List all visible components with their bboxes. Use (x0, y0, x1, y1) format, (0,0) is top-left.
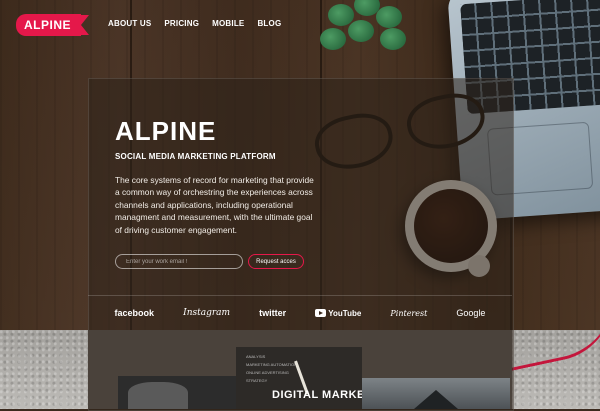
nav-pricing[interactable]: PRICING (164, 19, 199, 28)
logo[interactable]: ALPINE (16, 14, 90, 36)
card-annotation: STRATEGY (246, 378, 268, 383)
showcase-card-building (362, 378, 510, 409)
twitter-logo: twitter (259, 308, 287, 318)
plant-image (318, 0, 418, 60)
showcase-card-camera (118, 376, 238, 409)
brand-logos-row: facebook Instagram twitter YouTube Pinte… (88, 297, 512, 329)
card-annotation: ONLINE ADVERTISING (246, 370, 289, 375)
main-nav: ABOUT US PRICING MOBILE BLOG (108, 19, 281, 28)
pinterest-logo: Pinterest (390, 308, 428, 318)
youtube-logo: YouTube (315, 309, 361, 318)
hero-description: The core systems of record for marketing… (115, 175, 314, 235)
youtube-logo-text: YouTube (328, 308, 362, 318)
card-annotation: ANALYSIS (246, 354, 266, 359)
hero-divider (88, 295, 512, 296)
hero-title: ALPINE (115, 116, 217, 146)
nav-about-us[interactable]: ABOUT US (108, 19, 151, 28)
plant-leaf (380, 28, 406, 50)
plant-leaf (348, 20, 374, 42)
logo-ribbon-tail (81, 15, 90, 35)
card-annotation: MARKETING AUTOMATION (246, 362, 297, 367)
facebook-logo: facebook (114, 308, 155, 318)
logo-text[interactable]: ALPINE (16, 14, 82, 36)
plant-leaf (320, 28, 346, 50)
email-input[interactable] (115, 254, 243, 269)
nav-blog[interactable]: BLOG (257, 19, 281, 28)
request-access-button[interactable]: Request acces (248, 254, 304, 269)
plant-leaf (328, 4, 354, 26)
google-logo: Google (456, 308, 486, 318)
card-annotations: ANALYSIS MARKETING AUTOMATION ONLINE ADV… (246, 353, 297, 385)
nav-mobile[interactable]: MOBILE (212, 19, 244, 28)
plant-leaf (376, 6, 402, 28)
hero-subtitle: SOCIAL MEDIA MARKETING PLATFORM (115, 152, 276, 161)
youtube-play-icon (315, 309, 327, 317)
instagram-logo: Instagram (183, 308, 231, 318)
